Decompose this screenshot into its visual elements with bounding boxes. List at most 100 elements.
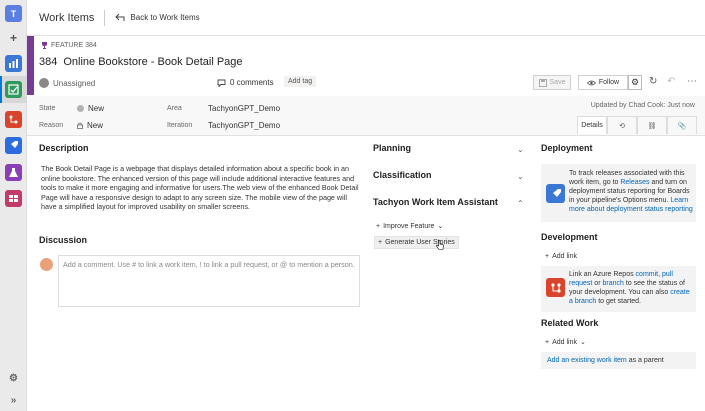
work-item-type-color-bar (27, 36, 34, 95)
classification-title[interactable]: Classification (373, 170, 432, 180)
state-dropdown[interactable]: New (77, 104, 104, 113)
unassigned-avatar (39, 78, 49, 88)
development-panel: Link an Azure Repos commit, pull request… (541, 266, 696, 312)
repos-branch-icon (546, 278, 565, 297)
test-plans-icon[interactable] (5, 164, 22, 181)
discussion-title: Discussion (39, 235, 88, 245)
work-item-title-text: Online Bookstore - Book Detail Page (63, 56, 243, 68)
follow-label: Follow (598, 79, 620, 86)
related-work-title: Related Work (541, 318, 599, 328)
page-title: Work Items (39, 11, 95, 24)
description-body[interactable]: The Book Detail Page is a webpage that d… (41, 164, 359, 212)
work-item-id: 384 (39, 56, 58, 68)
work-item-type: FEATURE 384 (41, 42, 97, 49)
plus-icon: + (545, 338, 550, 346)
eye-icon (586, 80, 596, 85)
plus-icon: + (378, 239, 383, 246)
comments-count: 0 comments (230, 78, 274, 87)
project-settings-icon[interactable]: ⚙ (5, 370, 22, 387)
description-title: Description (39, 143, 89, 153)
plus-icon: + (545, 253, 550, 260)
related-work-panel: Add an existing work item as a parent (541, 352, 696, 369)
generate-user-stories-label: Generate User Stories (385, 239, 455, 246)
releases-link[interactable]: Releases (620, 179, 649, 186)
assistant-chevron-icon[interactable]: ⌃ (517, 199, 524, 208)
tab-attachments[interactable]: 📎 (667, 116, 697, 134)
repos-icon[interactable] (5, 111, 22, 128)
chevron-down-icon: ⌄ (580, 339, 586, 346)
area-label: Area (167, 105, 182, 112)
planning-chevron-icon[interactable]: ⌄ (517, 145, 524, 154)
pipelines-icon[interactable] (5, 137, 22, 154)
chevron-down-icon: ⌄ (437, 223, 444, 230)
development-add-link-button[interactable]: + Add link (545, 253, 577, 260)
add-tag-button[interactable]: Add tag (284, 76, 317, 87)
expand-rail-icon[interactable]: » (5, 392, 22, 409)
overview-icon[interactable] (5, 55, 22, 72)
left-rail: T + ⚙ » (0, 0, 27, 411)
back-label: Back to Work Items (130, 13, 200, 22)
save-button[interactable]: Save (533, 75, 571, 90)
back-arrow-icon (115, 13, 125, 21)
work-item-header: FEATURE 384 384 Online Bookstore - Book D… (27, 36, 705, 96)
user-avatar (40, 258, 53, 271)
updated-by-text[interactable]: Updated by Chad Cook: Just now (591, 102, 695, 109)
iteration-value: TachyonGPT_Demo (208, 121, 281, 130)
undo-icon[interactable]: ↶ (667, 76, 675, 87)
dev-text-1: Link an Azure Repos (569, 271, 636, 278)
iteration-label: Iteration (167, 122, 193, 129)
development-info: Link an Azure Repos commit, pull request… (569, 270, 693, 306)
commit-link[interactable]: commit (636, 271, 659, 278)
history-icon: ⟲ (619, 122, 625, 130)
comments-link[interactable]: 0 comments (217, 78, 274, 87)
tab-details[interactable]: Details (577, 116, 607, 134)
related-work-info: Add an existing work item as a parent (547, 356, 695, 365)
add-icon[interactable]: + (5, 29, 22, 46)
area-value: TachyonGPT_Demo (208, 104, 281, 113)
classification-chevron-icon[interactable]: ⌄ (517, 172, 524, 181)
link-icon: ⛓ (647, 122, 657, 130)
assigned-label: Unassigned (53, 78, 96, 88)
planning-title[interactable]: Planning (373, 143, 411, 153)
artifacts-icon[interactable] (5, 190, 22, 207)
generate-user-stories-button[interactable]: + Generate User Stories (374, 236, 459, 249)
mouse-cursor-icon (436, 240, 444, 252)
deployment-panel: To track releases associated with this w… (541, 164, 696, 222)
save-label: Save (549, 79, 566, 86)
project-avatar[interactable]: T (5, 5, 22, 22)
tab-history[interactable]: ⟲ (607, 116, 637, 134)
iteration-field[interactable]: TachyonGPT_Demo (208, 121, 280, 130)
area-field[interactable]: TachyonGPT_Demo (208, 104, 280, 113)
reason-value: New (87, 121, 104, 130)
comment-input[interactable]: Add a comment. Use # to link a work item… (58, 255, 360, 307)
assigned-to-picker[interactable]: Unassigned (39, 78, 95, 88)
assistant-title[interactable]: Tachyon Work Item Assistant (373, 197, 498, 207)
development-title: Development (541, 232, 598, 242)
state-label: State (39, 105, 56, 112)
work-item-title[interactable]: 384 Online Bookstore - Book Detail Page (39, 56, 243, 68)
improve-feature-button[interactable]: + Improve Feature ⌄ (376, 222, 444, 231)
comment-icon (217, 79, 226, 87)
follow-button[interactable]: Follow (578, 75, 628, 90)
dev-text-5: to get started. (596, 298, 641, 305)
reason-dropdown[interactable]: New (77, 121, 103, 130)
branch-link[interactable]: branch (602, 280, 623, 287)
top-header: Work Items Back to Work Items (27, 0, 705, 36)
back-to-work-items-link[interactable]: Back to Work Items (115, 13, 200, 22)
plus-icon: + (376, 222, 381, 230)
add-existing-work-item-link[interactable]: Add an existing work item (547, 357, 627, 364)
refresh-icon[interactable]: ↻ (649, 76, 657, 87)
work-item-type-label: FEATURE 384 (51, 42, 97, 49)
more-actions-icon[interactable]: ⋯ (687, 76, 697, 87)
trophy-icon (42, 42, 47, 49)
related-add-link-label: Add link (552, 338, 577, 346)
boards-icon[interactable] (5, 81, 22, 98)
deployment-info: To track releases associated with this w… (569, 169, 693, 214)
improve-feature-label: Improve Feature (383, 222, 435, 230)
save-icon (538, 78, 547, 87)
dev-text-3: or (592, 280, 603, 287)
gear-icon: ⚙ (630, 77, 640, 87)
settings-gear-button[interactable]: ⚙ (628, 75, 642, 90)
related-add-link-button[interactable]: + Add link ⌄ (545, 338, 586, 347)
tab-links[interactable]: ⛓ (637, 116, 667, 134)
